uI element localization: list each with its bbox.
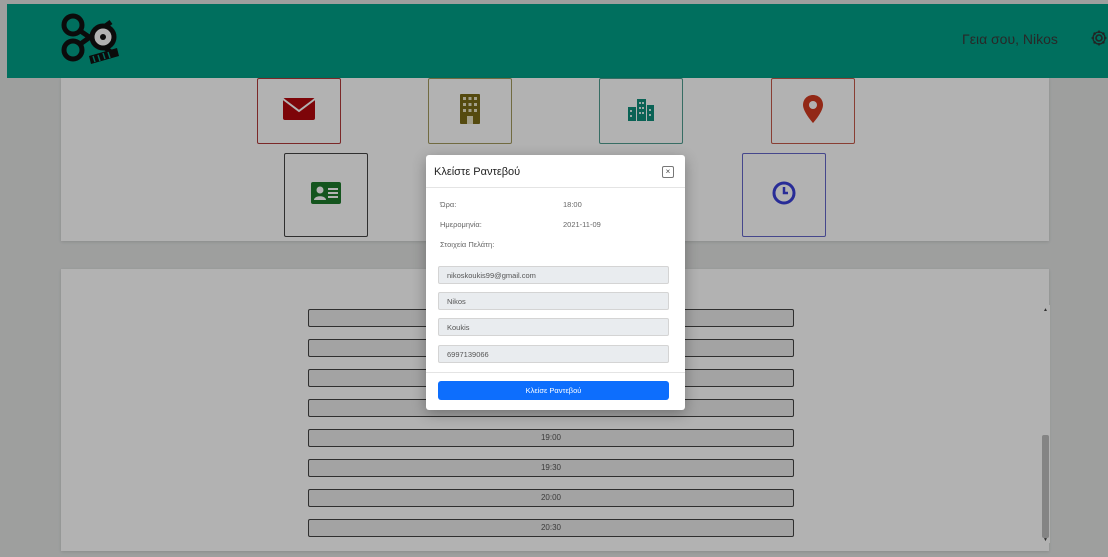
date-label: Ημερομηνία: — [440, 220, 482, 229]
first-name-field[interactable]: Nikos — [438, 292, 669, 310]
close-icon[interactable]: × — [662, 166, 674, 178]
email-field[interactable]: nikoskoukis99@gmail.com — [438, 266, 669, 284]
book-appointment-button[interactable]: Κλείσε Ραντεβού — [438, 381, 669, 400]
customer-details-label: Στοιχεία Πελάτη: — [440, 240, 495, 249]
last-name-field[interactable]: Koukis — [438, 318, 669, 336]
time-value: 18:00 — [563, 200, 582, 209]
booking-modal: Κλείστε Ραντεβού × Ώρα: 18:00 Ημερομηνία… — [426, 155, 685, 410]
modal-title: Κλείστε Ραντεβού — [434, 166, 521, 178]
date-value: 2021-11-09 — [563, 220, 601, 229]
modal-divider — [426, 372, 685, 373]
modal-divider — [426, 187, 685, 188]
phone-field[interactable]: 6997139066 — [438, 345, 669, 363]
time-label: Ώρα: — [440, 200, 457, 209]
